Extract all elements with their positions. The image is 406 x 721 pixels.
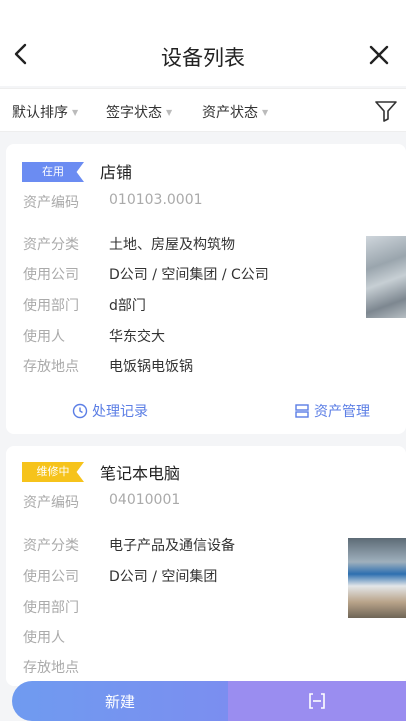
asset-card[interactable]: 维修中 笔记本电脑 资产编码 04010001 资产分类 电子产品及通信设备 使… [6,446,406,686]
field-label: 存放地点 [23,359,79,375]
scan-button[interactable] [228,681,406,721]
asset-thumbnail[interactable] [348,538,406,618]
asset-manage-button[interactable]: 资产管理 [294,401,370,421]
chevron-down-icon: ▼ [166,107,173,117]
field-value: 电饭锅电饭锅 [109,359,193,375]
asset-code-row: 资产编码 010103.0001 [23,192,203,212]
field-label: 使用人 [23,630,65,646]
field-label: 资产分类 [23,237,79,253]
field-label: 存放地点 [23,660,79,676]
asset-card[interactable]: 在用 店铺 资产编码 010103.0001 资产分类 土地、房屋及构筑物 使用… [6,144,406,434]
field-label: 使用部门 [23,298,79,314]
header: 设备列表 [0,0,406,86]
filter-bar: 默认排序 ▼ 签字状态 ▼ 资产状态 ▼ [0,88,406,132]
asset-manage-icon [295,404,309,418]
field-label: 使用公司 [23,267,79,283]
field-row: 使用部门 d部门 [23,295,146,315]
bottom-action-bar: 新建 [12,681,406,721]
field-value: 土地、房屋及构筑物 [109,237,235,253]
close-icon[interactable] [366,42,392,68]
filter-funnel-icon[interactable] [374,99,398,123]
asset-manage-label: 资产管理 [314,404,370,420]
new-button[interactable]: 新建 [12,681,228,721]
field-label: 资产分类 [23,538,79,554]
field-value: 电子产品及通信设备 [109,538,235,554]
asset-thumbnail[interactable] [366,236,406,318]
page-title: 设备列表 [161,46,245,70]
filter-sign-status[interactable]: 签字状态 ▼ [106,102,172,122]
filter-sign-status-label: 签字状态 [106,105,162,121]
field-label: 使用公司 [23,569,79,585]
field-row: 资产分类 土地、房屋及构筑物 [23,234,235,254]
field-row: 使用公司 D公司 / 空间集团 / C公司 [23,264,269,284]
filter-sort[interactable]: 默认排序 ▼ [12,102,78,122]
field-value: D公司 / 空间集团 / C公司 [109,267,269,283]
field-row: 使用人 华东交大 [23,326,165,346]
chevron-down-icon: ▼ [262,107,269,117]
process-record-label: 处理记录 [92,404,148,420]
asset-name: 店铺 [100,163,133,182]
clock-record-icon [72,403,88,419]
asset-code-row: 资产编码 04010001 [23,492,180,512]
field-label: 使用人 [23,329,65,345]
asset-code-value: 010103.0001 [109,192,203,208]
filter-asset-status-label: 资产状态 [202,105,258,121]
scan-icon [309,693,325,709]
chevron-down-icon: ▼ [72,107,79,117]
field-value: 华东交大 [109,329,165,345]
process-record-button[interactable]: 处理记录 [72,401,148,421]
filter-asset-status[interactable]: 资产状态 ▼ [202,102,268,122]
asset-code-label: 资产编码 [23,495,79,511]
field-row: 使用部门 [23,597,109,617]
field-row: 存放地点 [23,657,109,677]
asset-name: 笔记本电脑 [100,464,181,483]
field-value: d部门 [109,298,146,314]
field-label: 使用部门 [23,600,79,616]
field-row: 资产分类 电子产品及通信设备 [23,535,235,555]
field-row: 使用人 [23,627,109,647]
field-row: 存放地点 电饭锅电饭锅 [23,356,193,376]
status-badge: 在用 [22,162,84,182]
asset-code-value: 04010001 [109,492,181,508]
field-row: 使用公司 D公司 / 空间集团 [23,566,217,586]
status-badge: 维修中 [22,462,84,482]
asset-code-label: 资产编码 [23,195,79,211]
field-value: D公司 / 空间集团 [109,569,218,585]
filter-sort-label: 默认排序 [12,105,68,121]
